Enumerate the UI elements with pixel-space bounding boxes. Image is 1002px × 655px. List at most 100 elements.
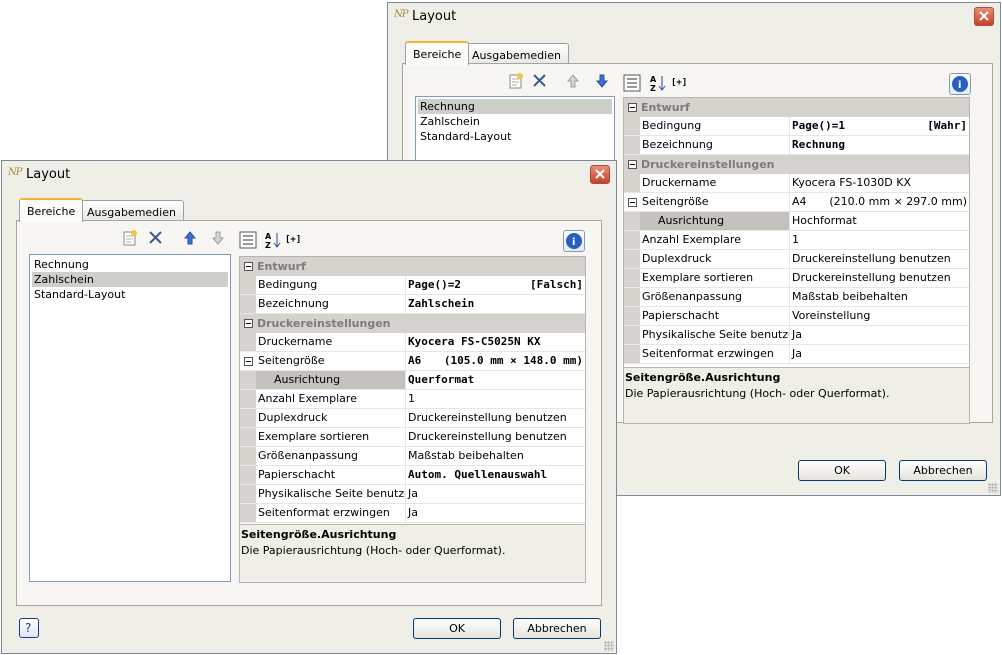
move-up-icon[interactable]: [181, 229, 199, 247]
property-value[interactable]: Zahlschein: [406, 295, 474, 313]
property-row[interactable]: Anzahl Exemplare 1: [240, 390, 585, 409]
tab-bereiche[interactable]: Bereiche: [405, 41, 470, 65]
area-list[interactable]: Rechnung Zahlschein Standard-Layout: [29, 254, 231, 582]
property-row[interactable]: Bezeichnung Rechnung: [624, 136, 969, 155]
property-value[interactable]: 1: [790, 231, 799, 249]
expand-all-button[interactable]: [+]: [285, 235, 301, 245]
collapse-icon[interactable]: [244, 262, 253, 271]
property-row[interactable]: Seitengröße A4 (210.0 mm × 297.0 mm): [624, 193, 969, 212]
property-row[interactable]: Anzahl Exemplare 1: [624, 231, 969, 250]
property-row[interactable]: Bedingung Page()=2 [Falsch]: [240, 276, 585, 295]
resize-grip[interactable]: [988, 483, 998, 493]
area-list[interactable]: Rechnung Zahlschein Standard-Layout: [415, 96, 615, 164]
property-value[interactable]: Druckereinstellung benutzen: [406, 409, 567, 427]
info-button[interactable]: i: [949, 73, 971, 95]
category-entwurf[interactable]: Entwurf: [624, 98, 969, 117]
property-row[interactable]: Größenanpassung Maßstab beibehalten: [624, 288, 969, 307]
close-icon: [979, 11, 989, 21]
property-value[interactable]: Druckereinstellung benutzen: [790, 269, 951, 287]
property-row[interactable]: Papierschacht Voreinstellung: [624, 307, 969, 326]
property-value[interactable]: Page()=2: [406, 276, 461, 294]
property-value[interactable]: Kyocera FS-C5025N KX: [406, 333, 540, 351]
cancel-button[interactable]: Abbrechen: [513, 618, 601, 639]
property-row[interactable]: Exemplare sortieren Druckereinstellung b…: [240, 428, 585, 447]
property-value[interactable]: Druckereinstellung benutzen: [790, 250, 951, 268]
resize-grip[interactable]: [604, 641, 614, 651]
property-value[interactable]: Autom. Quellenauswahl: [406, 466, 547, 484]
property-value[interactable]: Kyocera FS-1030D KX: [790, 174, 911, 192]
property-row[interactable]: Bedingung Page()=1 [Wahr]: [624, 117, 969, 136]
collapse-icon[interactable]: [244, 319, 253, 328]
categorized-view-icon[interactable]: [623, 74, 641, 92]
new-item-icon[interactable]: [507, 72, 525, 90]
cancel-button[interactable]: Abbrechen: [899, 460, 987, 481]
sort-alphabetical-icon[interactable]: AZ: [264, 231, 282, 249]
property-value[interactable]: Ja: [790, 326, 802, 344]
collapse-icon[interactable]: [628, 198, 637, 207]
list-item[interactable]: Zahlschein: [418, 114, 612, 129]
property-row[interactable]: Exemplare sortieren Druckereinstellung b…: [624, 269, 969, 288]
property-value[interactable]: Maßstab beibehalten: [790, 288, 908, 306]
collapse-icon[interactable]: [628, 103, 637, 112]
property-row-selected[interactable]: Ausrichtung Hochformat: [624, 212, 969, 231]
move-up-icon[interactable]: [564, 72, 582, 90]
collapse-icon[interactable]: [244, 357, 253, 366]
property-row[interactable]: Physikalische Seite benutzen Ja: [240, 485, 585, 504]
tab-ausgabemedien[interactable]: Ausgabemedien: [464, 43, 569, 65]
property-row[interactable]: Seitenformat erzwingen Ja: [624, 345, 969, 364]
property-row[interactable]: Bezeichnung Zahlschein: [240, 295, 585, 314]
property-value[interactable]: Ja: [406, 504, 418, 522]
move-down-icon[interactable]: [209, 229, 227, 247]
property-value[interactable]: Druckereinstellung benutzen: [406, 428, 567, 446]
tab-bereiche[interactable]: Bereiche: [19, 198, 84, 222]
move-down-icon[interactable]: [593, 72, 611, 90]
property-row[interactable]: Papierschacht Autom. Quellenauswahl: [240, 466, 585, 485]
title-bar[interactable]: NP Layout: [2, 161, 616, 189]
property-value[interactable]: Querformat: [406, 371, 474, 389]
list-item[interactable]: Zahlschein: [32, 272, 228, 287]
property-value[interactable]: Maßstab beibehalten: [406, 447, 524, 465]
property-row-selected[interactable]: Ausrichtung Querformat: [240, 371, 585, 390]
category-druckereinstellungen[interactable]: Druckereinstellungen: [240, 314, 585, 333]
property-value[interactable]: Ja: [406, 485, 418, 503]
categorized-view-icon[interactable]: [239, 231, 257, 249]
help-button[interactable]: ?: [19, 618, 39, 638]
property-row[interactable]: Seitenformat erzwingen Ja: [240, 504, 585, 523]
property-value[interactable]: Ja: [790, 345, 802, 363]
list-item[interactable]: Rechnung: [32, 257, 228, 272]
property-value[interactable]: 1: [406, 390, 415, 408]
close-button[interactable]: [974, 7, 994, 26]
tab-ausgabemedien[interactable]: Ausgabemedien: [79, 200, 184, 222]
property-value[interactable]: Hochformat: [790, 212, 857, 230]
property-row[interactable]: Druckername Kyocera FS-1030D KX: [624, 174, 969, 193]
close-button[interactable]: [590, 165, 610, 184]
property-value[interactable]: Voreinstellung: [790, 307, 870, 325]
property-row[interactable]: Seitengröße A6 (105.0 mm × 148.0 mm): [240, 352, 585, 371]
collapse-icon[interactable]: [628, 160, 637, 169]
ok-button[interactable]: OK: [798, 460, 886, 481]
sort-alphabetical-icon[interactable]: AZ: [649, 74, 667, 92]
property-value[interactable]: Page()=1: [790, 117, 845, 135]
property-row[interactable]: Physikalische Seite benutzen Ja: [624, 326, 969, 345]
list-item[interactable]: Standard-Layout: [32, 287, 228, 302]
property-value[interactable]: Rechnung: [790, 136, 845, 154]
delete-icon[interactable]: [531, 72, 549, 90]
property-row[interactable]: Größenanpassung Maßstab beibehalten: [240, 447, 585, 466]
info-button[interactable]: i: [563, 230, 585, 252]
property-row[interactable]: Druckername Kyocera FS-C5025N KX: [240, 333, 585, 352]
title-bar[interactable]: NP Layout: [388, 3, 1000, 31]
category-druckereinstellungen[interactable]: Druckereinstellungen: [624, 155, 969, 174]
property-value[interactable]: A6: [406, 352, 421, 370]
new-item-icon[interactable]: [121, 229, 139, 247]
ok-button[interactable]: OK: [413, 618, 501, 639]
property-row[interactable]: Duplexdruck Druckereinstellung benutzen: [624, 250, 969, 269]
delete-icon[interactable]: [147, 229, 165, 247]
category-entwurf[interactable]: Entwurf: [240, 257, 585, 276]
property-row[interactable]: Duplexdruck Druckereinstellung benutzen: [240, 409, 585, 428]
property-value[interactable]: A4: [790, 193, 807, 211]
list-item[interactable]: Rechnung: [418, 99, 612, 114]
property-name: Ausrichtung: [640, 212, 790, 230]
description-panel: Seitengröße.Ausrichtung Die Papierausric…: [240, 524, 585, 582]
list-item[interactable]: Standard-Layout: [418, 129, 612, 144]
expand-all-button[interactable]: [+]: [671, 78, 687, 88]
